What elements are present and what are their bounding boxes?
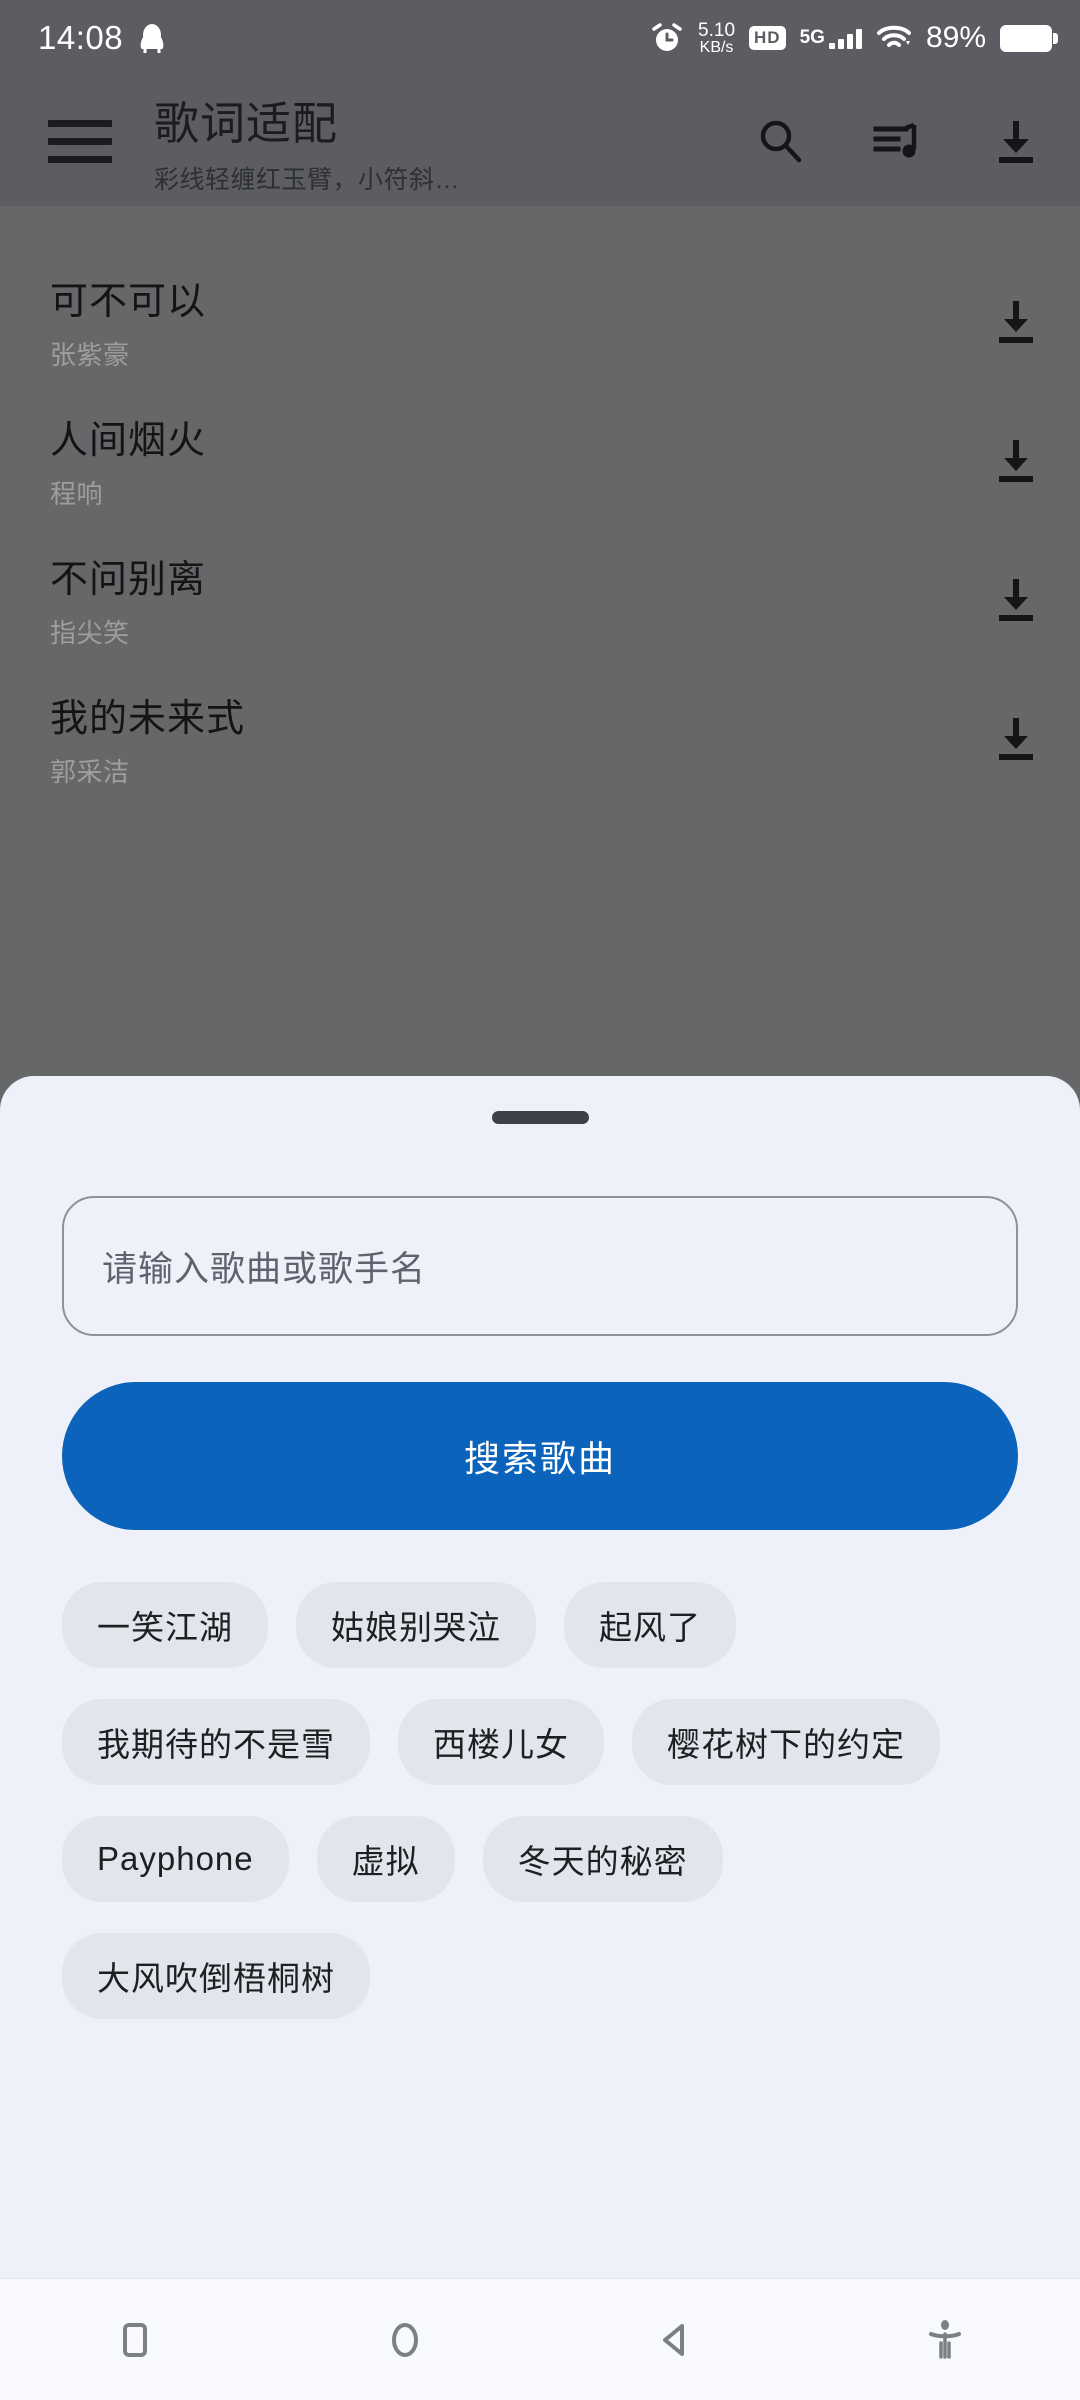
app-bar-titles: 歌词适配 彩线轻缠红玉臂，小符斜…	[154, 87, 460, 196]
song-title: 不问别离	[50, 558, 207, 601]
search-bottom-sheet: 请输入歌曲或歌手名 搜索歌曲 一笑江湖 姑娘别哭泣 起风了 我期待的不是雪 西楼…	[0, 1076, 1080, 2400]
song-title: 人间烟火	[50, 419, 207, 462]
suggestion-chip[interactable]: Payphone	[62, 1816, 289, 1902]
suggestion-chip[interactable]: 虚拟	[316, 1816, 455, 1902]
alarm-clock-icon	[650, 21, 684, 55]
network-speed-value: 5.10	[698, 19, 736, 41]
song-meta: 人间烟火 程响	[50, 409, 206, 511]
song-title: 可不可以	[50, 280, 207, 323]
status-bar-left: 14:08	[38, 19, 165, 57]
circle-icon	[392, 2322, 418, 2357]
song-artist: 指尖笑	[50, 617, 130, 648]
search-icon[interactable]	[752, 113, 808, 169]
page-title: 歌词适配	[154, 97, 339, 149]
download-icon[interactable]	[988, 710, 1044, 766]
suggestion-chip[interactable]: 姑娘别哭泣	[296, 1582, 536, 1668]
song-artist: 郭采洁	[50, 756, 130, 787]
song-artist: 程响	[50, 478, 104, 509]
list-item[interactable]: 不问别离 指尖笑	[0, 532, 1080, 665]
signal-bars-icon	[828, 29, 862, 49]
battery-percent: 89%	[925, 21, 986, 54]
hd-badge: HD	[749, 26, 786, 50]
list-item[interactable]: 人间烟火 程响	[0, 393, 1080, 526]
square-icon	[123, 2322, 147, 2357]
accessibility-icon	[929, 2319, 961, 2359]
qq-penguin-icon	[139, 22, 165, 54]
download-icon[interactable]	[988, 432, 1044, 488]
song-meta: 我的未来式 郭采洁	[50, 687, 245, 789]
search-button-label: 搜索歌曲	[463, 1438, 616, 1479]
network-speed-unit: KB/s	[699, 38, 734, 56]
suggestion-chip-list: 一笑江湖 姑娘别哭泣 起风了 我期待的不是雪 西楼儿女 樱花树下的约定 Payp…	[62, 1582, 1018, 2019]
search-button[interactable]: 搜索歌曲	[62, 1382, 1018, 1530]
battery-icon	[1000, 24, 1058, 52]
suggestion-chip[interactable]: 大风吹倒梧桐树	[62, 1933, 370, 2019]
network-speed: 5.10 KB/s	[698, 21, 735, 56]
hamburger-menu-icon[interactable]	[48, 119, 112, 163]
download-icon[interactable]	[988, 113, 1044, 169]
recents-button[interactable]	[0, 2317, 270, 2363]
page-subtitle: 彩线轻缠红玉臂，小符斜…	[154, 165, 461, 194]
list-item[interactable]: 可不可以 张紫豪	[0, 254, 1080, 387]
download-icon[interactable]	[988, 571, 1044, 627]
search-input-placeholder: 请输入歌曲或歌手名	[102, 1249, 427, 1289]
drag-handle[interactable]	[491, 1110, 589, 1124]
network-type-label: 5G	[799, 27, 825, 48]
status-bar-right: 5.10 KB/s HD 5G 89%	[650, 21, 1058, 56]
sheet-handle-area[interactable]	[0, 1076, 1080, 1158]
search-input[interactable]: 请输入歌曲或歌手名	[62, 1196, 1018, 1336]
wifi-icon	[876, 24, 912, 52]
status-time: 14:08	[38, 19, 124, 56]
suggestion-chip[interactable]: 起风了	[564, 1582, 736, 1668]
signal-indicator: 5G	[800, 27, 862, 49]
app-bar-actions	[752, 113, 1044, 169]
back-button[interactable]	[540, 2317, 810, 2363]
suggestion-chip[interactable]: 我期待的不是雪	[62, 1699, 370, 1785]
song-title: 我的未来式	[50, 697, 246, 740]
sheet-body: 请输入歌曲或歌手名 搜索歌曲 一笑江湖 姑娘别哭泣 起风了 我期待的不是雪 西楼…	[0, 1158, 1080, 2019]
app-bar: 歌词适配 彩线轻缠红玉臂，小符斜…	[0, 76, 1080, 206]
download-icon[interactable]	[988, 293, 1044, 349]
song-meta: 不问别离 指尖笑	[50, 548, 206, 650]
accessibility-button[interactable]	[810, 2317, 1080, 2363]
list-item[interactable]: 我的未来式 郭采洁	[0, 671, 1080, 804]
song-artist: 张紫豪	[50, 339, 130, 370]
suggestion-chip[interactable]: 冬天的秘密	[482, 1816, 723, 1902]
queue-music-icon[interactable]	[870, 113, 926, 169]
status-bar: 14:08 5.10 KB/s HD 5G 89%	[0, 0, 1080, 76]
suggestion-chip[interactable]: 西楼儿女	[398, 1699, 604, 1785]
home-button[interactable]	[270, 2317, 540, 2363]
song-meta: 可不可以 张紫豪	[50, 270, 206, 372]
suggestion-chip[interactable]: 一笑江湖	[62, 1582, 268, 1668]
system-navigation-bar	[0, 2278, 1080, 2400]
triangle-left-icon	[663, 2323, 684, 2356]
suggestion-chip[interactable]: 樱花树下的约定	[632, 1699, 940, 1785]
